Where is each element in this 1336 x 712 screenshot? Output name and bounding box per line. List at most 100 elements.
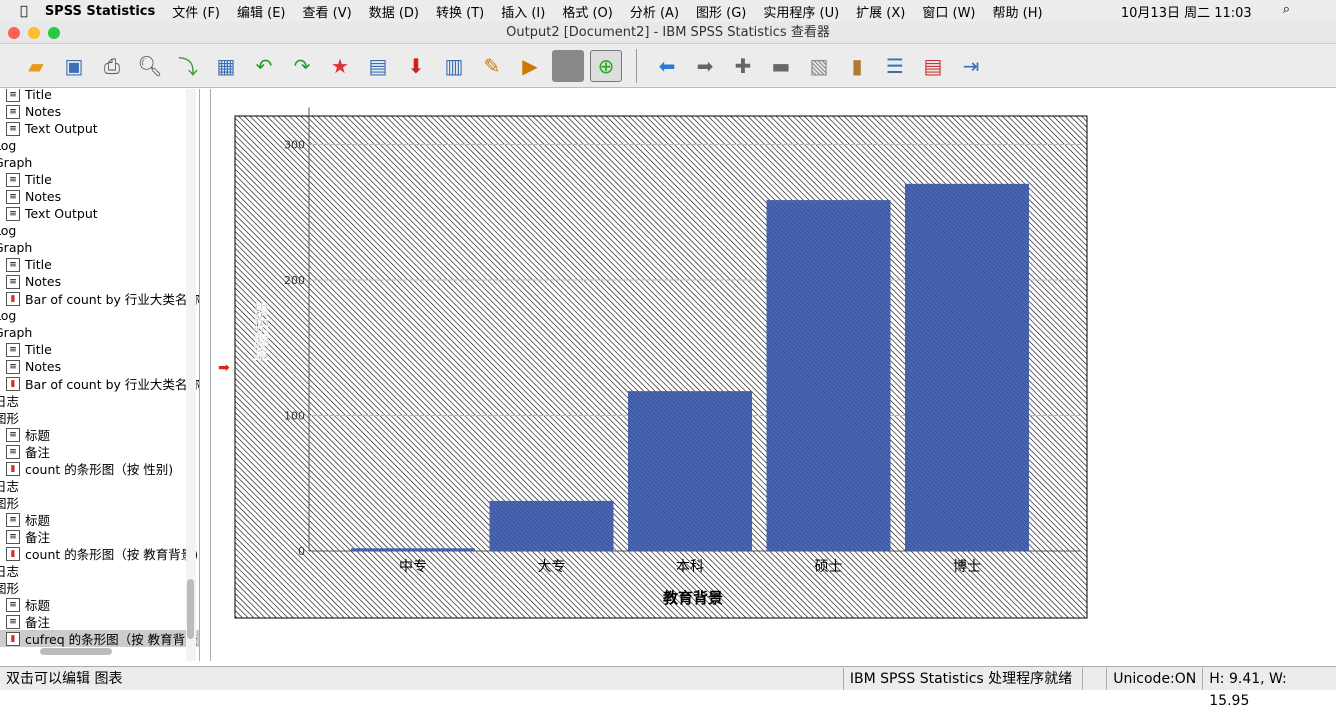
outline-item[interactable]: Graph: [0, 239, 199, 256]
menu-item[interactable]: 查看 (V): [303, 2, 352, 21]
status-hint: 双击可以编辑 图表: [6, 670, 123, 687]
outline-item[interactable]: ≡ 标题: [0, 596, 199, 613]
outline-item[interactable]: ≡ Notes: [0, 188, 199, 205]
menu-item[interactable]: 数据 (D): [369, 2, 419, 21]
bar[interactable]: [905, 183, 1029, 552]
bar-chart[interactable]: 0 100 200 300 中专 大专 本科 硕士 博士 累积频率 教育背景: [211, 89, 1336, 661]
outline-item[interactable]: 图形: [0, 494, 199, 511]
outline-item[interactable]: ≡ Title: [0, 89, 199, 103]
insert-title-icon[interactable]: ▤: [917, 50, 949, 82]
outline-item-label: 图形: [0, 411, 20, 426]
goto-variable-icon[interactable]: ⬇: [400, 50, 432, 82]
undo-icon[interactable]: ↶: [248, 50, 280, 82]
chart-icon: ▮: [6, 291, 20, 306]
window-title: Output2 [Document2] - IBM SPSS Statistic…: [506, 25, 830, 40]
outline-item[interactable]: ≡ Title: [0, 256, 199, 273]
bar[interactable]: [766, 200, 891, 551]
app-name[interactable]: SPSS Statistics: [45, 4, 155, 19]
demote-icon[interactable]: ➡: [689, 50, 721, 82]
outline-item[interactable]: ≡ Notes: [0, 273, 199, 290]
menu-bar:  SPSS Statistics 文件 (F) 编辑 (E) 查看 (V) 数据 (…: [0, 0, 1336, 22]
zoom-button[interactable]: [48, 27, 60, 39]
promote-icon[interactable]: ⬅: [651, 50, 683, 82]
redo-icon[interactable]: ↷: [286, 50, 318, 82]
outline-item-label: 图形: [0, 581, 20, 596]
menu-item[interactable]: 图形 (G): [696, 2, 746, 21]
clock: 10月13日 周二 11:03: [1120, 5, 1252, 21]
save-icon[interactable]: ▣: [58, 50, 90, 82]
menu-item[interactable]: 扩展 (X): [856, 2, 905, 21]
outline-item[interactable]: ≡ Text Output: [0, 205, 199, 222]
outline-item[interactable]: ≡ 标题: [0, 511, 199, 528]
outline-vscrollbar[interactable]: [186, 89, 196, 661]
outline-item[interactable]: ≡ Text Output: [0, 120, 199, 137]
bar[interactable]: [489, 500, 614, 551]
export-icon[interactable]: ⤵: [172, 50, 204, 82]
outline-item[interactable]: ≡ Notes: [0, 358, 199, 375]
menu-item[interactable]: 编辑 (E): [237, 2, 286, 21]
outline-item[interactable]: ▮ cufreq 的条形图（按 教育背景): [0, 630, 199, 647]
open-icon[interactable]: ▰: [20, 50, 52, 82]
menu-item[interactable]: 分析 (A): [630, 2, 679, 21]
recall-dialog-icon[interactable]: ▦: [210, 50, 242, 82]
outline-item[interactable]: ▮ Bar of count by 行业大类名称: [0, 290, 199, 307]
outline-item[interactable]: ≡ Notes: [0, 103, 199, 120]
book-icon[interactable]: ▮: [841, 50, 873, 82]
menu-item[interactable]: 格式 (O): [562, 2, 613, 21]
hide-icon[interactable]: [552, 49, 584, 82]
menu-item[interactable]: 窗口 (W): [922, 2, 975, 21]
outline-item[interactable]: ▮ count 的条形图（按 教育背景): [0, 545, 199, 562]
variables-icon[interactable]: ▥: [438, 50, 470, 82]
menu-item[interactable]: 实用程序 (U): [763, 2, 839, 21]
outline-item[interactable]: ▮ count 的条形图（按 性别): [0, 460, 199, 477]
outline-item-label: Title: [25, 172, 52, 187]
menu-item[interactable]: 文件 (F): [172, 2, 220, 21]
insert-heading-icon[interactable]: ☰: [879, 50, 911, 82]
print-icon[interactable]: ⎙: [96, 50, 128, 82]
expand-icon[interactable]: ✚: [727, 50, 759, 82]
apple-icon[interactable]: : [20, 4, 28, 19]
menu-item[interactable]: 转换 (T): [436, 2, 484, 21]
show-hide-icon[interactable]: ▧: [803, 50, 835, 82]
print-preview-icon[interactable]: 🔍︎: [134, 50, 166, 82]
outline-item[interactable]: 日志: [0, 392, 199, 409]
outline-hscrollbar[interactable]: [40, 648, 112, 655]
outline-item[interactable]: ≡ 标题: [0, 426, 199, 443]
outline-item[interactable]: Log: [0, 222, 199, 239]
bar[interactable]: [628, 391, 752, 551]
run-script-icon[interactable]: ▶: [514, 50, 546, 82]
outline-item[interactable]: Log: [0, 137, 199, 154]
show-icon[interactable]: ⊕: [590, 49, 622, 82]
collapse-icon[interactable]: ▬: [765, 50, 797, 82]
y-tick-label: 200: [284, 274, 305, 287]
x-tick-label: 本科: [676, 559, 704, 575]
outline-item-label: 标题: [25, 598, 51, 613]
outline-item[interactable]: 图形: [0, 409, 199, 426]
outline-item[interactable]: ≡ Title: [0, 171, 199, 188]
menu-item[interactable]: 插入 (I): [501, 2, 545, 21]
outline-item[interactable]: ≡ Title: [0, 341, 199, 358]
outline-tree: ≡ Title ≡ Notes ≡ Text Output Log Graph ≡ Title ≡ N…: [0, 89, 200, 661]
goto-case-icon[interactable]: ▤: [362, 50, 394, 82]
menu-item[interactable]: 帮助 (H): [993, 2, 1043, 21]
insert-text-icon[interactable]: ⇥: [955, 50, 987, 82]
bar[interactable]: [351, 548, 475, 551]
search-icon[interactable]: ⌕: [1283, 2, 1290, 21]
outline-item[interactable]: ≡ 备注: [0, 528, 199, 545]
document-icon: ≡: [6, 444, 20, 459]
outline-item[interactable]: 日志: [0, 477, 199, 494]
outline-item-label: cufreq 的条形图（按 教育背景): [25, 632, 199, 647]
outline-item-label: 日志: [0, 479, 20, 494]
close-button[interactable]: [8, 27, 20, 39]
edit-icon[interactable]: ✎: [476, 50, 508, 82]
minimize-button[interactable]: [28, 27, 40, 39]
outline-item[interactable]: 日志: [0, 562, 199, 579]
outline-item[interactable]: Graph: [0, 324, 199, 341]
outline-item[interactable]: 图形: [0, 579, 199, 596]
outline-item[interactable]: ▮ Bar of count by 行业大类名称: [0, 375, 199, 392]
goto-data-icon[interactable]: ★: [324, 50, 356, 82]
outline-item[interactable]: Graph: [0, 154, 199, 171]
outline-item[interactable]: ≡ 备注: [0, 443, 199, 460]
outline-item[interactable]: ≡ 备注: [0, 613, 199, 630]
outline-item[interactable]: Log: [0, 307, 199, 324]
